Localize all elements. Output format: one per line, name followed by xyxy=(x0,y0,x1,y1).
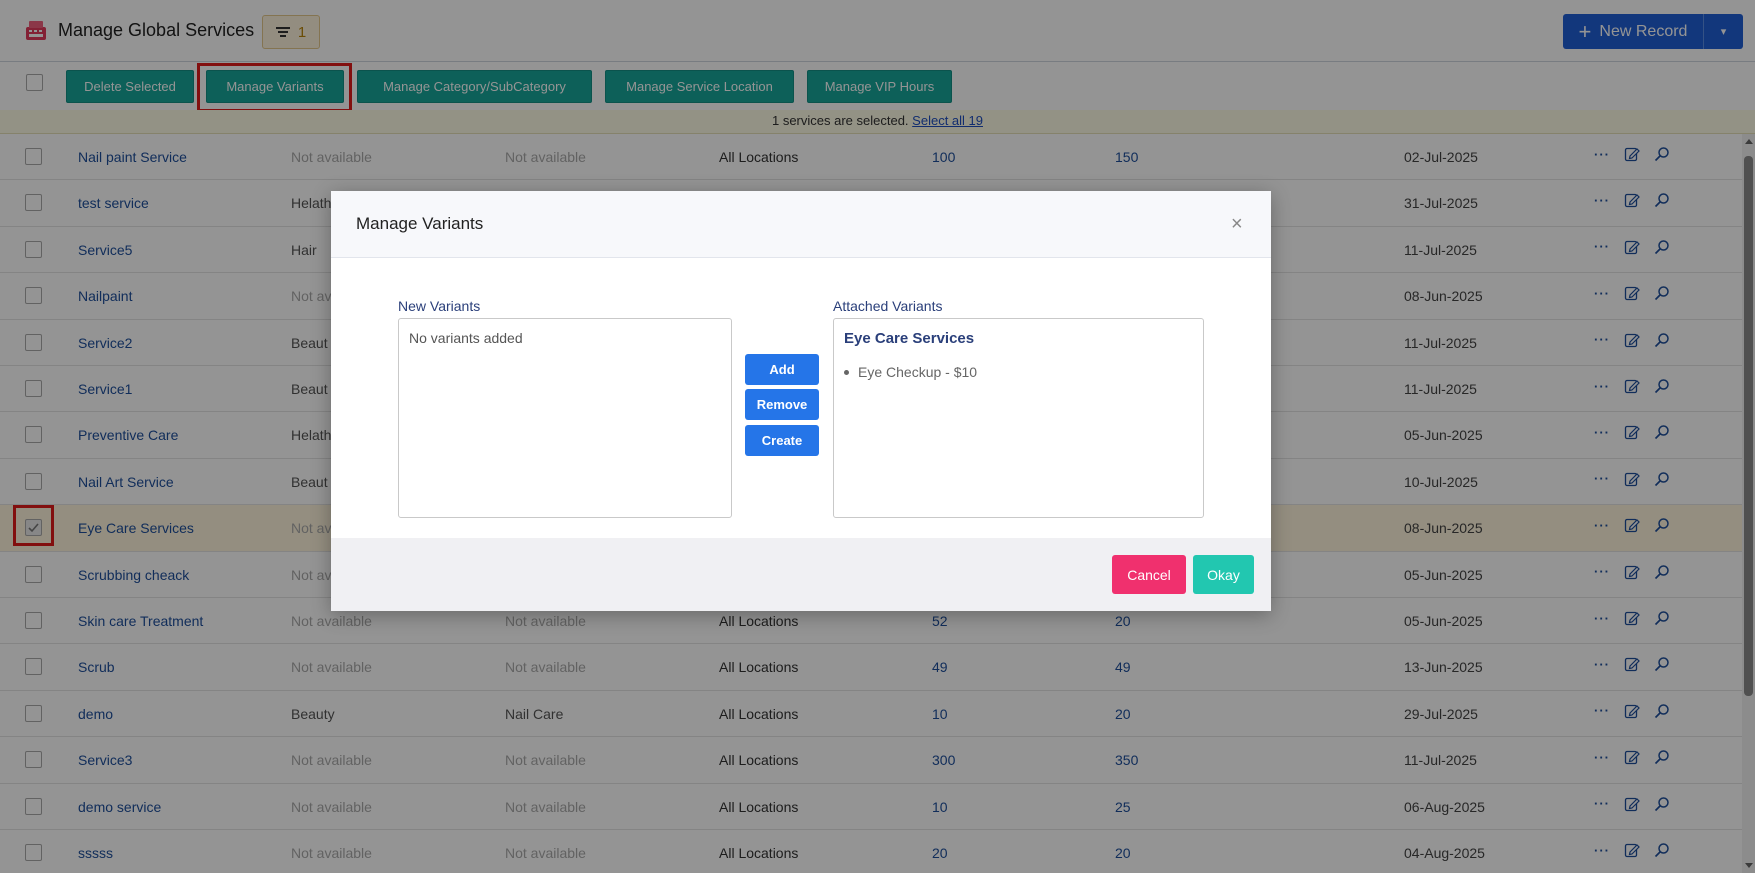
cancel-button[interactable]: Cancel xyxy=(1112,555,1186,594)
new-variants-label: New Variants xyxy=(398,298,481,314)
attached-variants-label: Attached Variants xyxy=(833,298,943,314)
new-variants-list[interactable]: No variants added xyxy=(398,318,732,518)
okay-button[interactable]: Okay xyxy=(1193,555,1254,594)
modal-footer: Cancel Okay xyxy=(331,538,1271,611)
modal-header: Manage Variants × xyxy=(331,191,1271,258)
close-icon[interactable]: × xyxy=(1231,213,1243,236)
create-button[interactable]: Create xyxy=(745,425,819,456)
new-variants-empty: No variants added xyxy=(409,330,523,346)
modal-title: Manage Variants xyxy=(356,214,484,233)
manage-variants-modal: Manage Variants × New Variants No varian… xyxy=(331,191,1271,611)
attached-variants-list[interactable]: Eye Care Services Eye Checkup - $10 xyxy=(833,318,1204,518)
remove-button[interactable]: Remove xyxy=(745,389,819,420)
add-button[interactable]: Add xyxy=(745,354,819,385)
attached-variant-item[interactable]: Eye Checkup - $10 xyxy=(843,364,977,380)
attached-group-title: Eye Care Services xyxy=(844,330,975,347)
